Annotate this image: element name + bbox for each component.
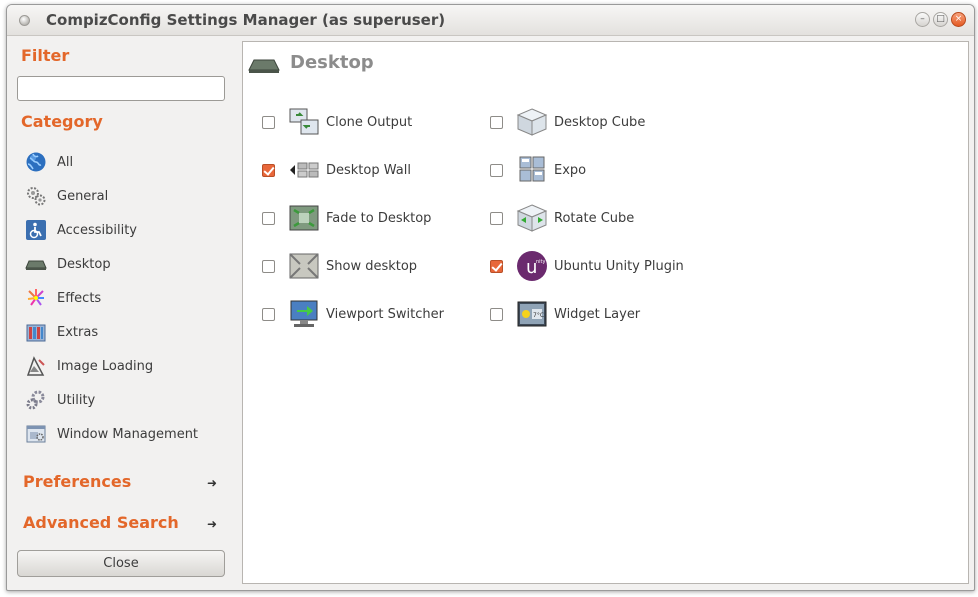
window-title: CompizConfig Settings Manager (as superu… <box>46 11 446 29</box>
app-window: CompizConfig Settings Manager (as superu… <box>6 4 975 591</box>
show-desktop-icon <box>288 250 320 282</box>
plugin-label: Desktop Cube <box>554 114 646 130</box>
plugin-checkbox[interactable] <box>262 211 275 225</box>
plugin-clone-output[interactable]: Clone Output <box>262 105 412 139</box>
utility-icon <box>25 389 47 411</box>
window-management-icon <box>25 423 47 445</box>
page-title: Desktop <box>290 52 374 73</box>
plugin-show-desktop[interactable]: Show desktop <box>262 249 417 283</box>
category-item-image-loading[interactable]: Image Loading <box>25 354 153 378</box>
plugin-checkbox[interactable] <box>490 307 503 321</box>
advanced-search-link[interactable]: Advanced Search <box>23 513 179 532</box>
desktop-icon <box>248 54 280 80</box>
plugin-checkbox[interactable] <box>490 163 503 177</box>
close-button[interactable]: Close <box>17 550 225 577</box>
category-item-desktop[interactable]: Desktop <box>25 252 111 276</box>
filter-heading: Filter <box>21 46 70 65</box>
plugin-ubuntu-unity[interactable]: u nity Ubuntu Unity Plugin <box>490 249 684 283</box>
category-heading: Category <box>21 112 103 131</box>
viewport-switcher-icon <box>288 298 320 330</box>
category-label: Desktop <box>57 256 111 272</box>
plugin-label: Clone Output <box>326 114 413 130</box>
plugin-checkbox[interactable] <box>262 307 275 321</box>
desktop-icon <box>25 253 47 275</box>
category-label: Effects <box>57 290 102 306</box>
plugin-desktop-wall[interactable]: Desktop Wall <box>262 153 411 187</box>
expo-icon <box>516 154 548 186</box>
plugin-panel: Desktop Clone Output Desktop Wall Fade t… <box>242 41 969 584</box>
category-item-general[interactable]: General <box>25 184 108 208</box>
fireworks-icon <box>25 287 47 309</box>
category-label: Utility <box>57 392 96 408</box>
svg-text:nity: nity <box>536 259 546 265</box>
close-window-button[interactable]: × <box>951 12 966 27</box>
plugin-widget-layer[interactable]: 7°C Widget Layer <box>490 297 640 331</box>
window-menu-icon[interactable] <box>19 15 30 26</box>
desktop-wall-icon <box>288 154 320 186</box>
preferences-arrow-icon[interactable]: ➜ <box>207 476 217 490</box>
category-label: All <box>57 154 74 170</box>
maximize-button[interactable]: □ <box>933 12 948 27</box>
sidebar: Filter Category All General Accessibilit… <box>7 36 242 590</box>
plugin-checkbox[interactable] <box>490 115 503 129</box>
plugin-fade-to-desktop[interactable]: Fade to Desktop <box>262 201 431 235</box>
category-item-window-management[interactable]: Window Management <box>25 422 198 446</box>
plugin-label: Ubuntu Unity Plugin <box>554 258 684 274</box>
plugin-viewport-switcher[interactable]: Viewport Switcher <box>262 297 444 331</box>
image-loading-icon <box>25 355 47 377</box>
category-item-utility[interactable]: Utility <box>25 388 95 412</box>
plugin-label: Fade to Desktop <box>326 210 432 226</box>
plugin-checkbox[interactable] <box>262 115 275 129</box>
plugin-rotate-cube[interactable]: Rotate Cube <box>490 201 634 235</box>
fade-to-desktop-icon <box>288 202 320 234</box>
ubuntu-unity-icon: u nity <box>516 250 548 282</box>
widget-layer-icon: 7°C <box>516 298 548 330</box>
window-controls: – □ × <box>915 12 966 27</box>
category-label: Image Loading <box>57 358 154 374</box>
plugin-label: Desktop Wall <box>326 162 411 178</box>
clone-output-icon <box>288 106 320 138</box>
advanced-search-arrow-icon[interactable]: ➜ <box>207 517 217 531</box>
plugin-checkbox[interactable] <box>262 259 275 273</box>
category-label: Accessibility <box>57 222 137 238</box>
minimize-button[interactable]: – <box>915 12 930 27</box>
title-bar: CompizConfig Settings Manager (as superu… <box>7 5 974 36</box>
plugin-desktop-cube[interactable]: Desktop Cube <box>490 105 645 139</box>
gears-icon <box>25 185 47 207</box>
plugin-label: Show desktop <box>326 258 418 274</box>
plugin-label: Widget Layer <box>554 306 641 322</box>
plugin-label: Viewport Switcher <box>326 306 444 322</box>
category-item-effects[interactable]: Effects <box>25 286 101 310</box>
accessibility-icon <box>25 219 47 241</box>
desktop-cube-icon <box>516 106 548 138</box>
rotate-cube-icon <box>516 202 548 234</box>
plugin-checkbox[interactable] <box>490 211 503 225</box>
category-item-all[interactable]: All <box>25 150 73 174</box>
plugin-label: Expo <box>554 162 587 178</box>
plugin-checkbox[interactable] <box>262 163 275 177</box>
plugin-expo[interactable]: Expo <box>490 153 586 187</box>
category-label: Window Management <box>57 426 199 442</box>
plugin-label: Rotate Cube <box>554 210 635 226</box>
preferences-link[interactable]: Preferences <box>23 472 131 491</box>
category-item-accessibility[interactable]: Accessibility <box>25 218 137 242</box>
globe-icon <box>25 151 47 173</box>
category-label: General <box>57 188 109 204</box>
svg-text:7°C: 7°C <box>533 312 544 319</box>
plugin-checkbox[interactable] <box>490 259 503 273</box>
filter-input[interactable] <box>17 76 225 101</box>
category-label: Extras <box>57 324 99 340</box>
category-item-extras[interactable]: Extras <box>25 320 98 344</box>
extras-icon <box>25 321 47 343</box>
